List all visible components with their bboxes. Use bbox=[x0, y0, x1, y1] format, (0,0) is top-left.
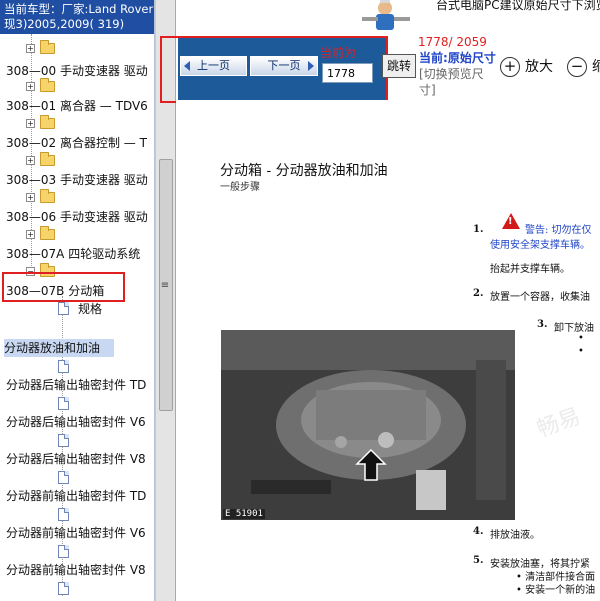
step-text: 卸下放油 bbox=[554, 323, 594, 334]
step-number: 5. bbox=[473, 555, 484, 566]
document-page: 分动箱 - 分动器放油和加油 一般步骤 1. ! 警告: 切勿在仅 使用安全架支… bbox=[176, 100, 600, 601]
bullet-marker: • bbox=[578, 346, 584, 357]
mechanic-icon bbox=[354, 0, 416, 34]
expand-toggle-icon[interactable]: + bbox=[26, 156, 35, 165]
bullet-item: • 安装一个新的油 bbox=[516, 585, 596, 596]
tree-item-label: 308—06 手动变速器 驱动 bbox=[6, 210, 148, 224]
highlight-box-nav bbox=[160, 36, 388, 103]
top-banner: 台式电脑PC建议原始尺寸下浏览 bbox=[212, 0, 600, 34]
expand-toggle-icon[interactable]: + bbox=[26, 193, 35, 202]
watermark: 畅易 bbox=[533, 404, 584, 443]
tree-item-specs[interactable]: 规格 bbox=[78, 300, 102, 318]
document-icon bbox=[58, 434, 69, 447]
expand-toggle-icon[interactable]: + bbox=[26, 44, 35, 53]
document-icon bbox=[58, 582, 69, 595]
zoom-in-icon: + bbox=[500, 57, 520, 77]
step-text: 排放油液。 bbox=[490, 530, 540, 541]
transfer-case-photo: E 51901 bbox=[221, 330, 515, 520]
tree-item-308-01[interactable]: 308—01 离合器 — TDV6 bbox=[6, 97, 148, 115]
size-current-prefix: 当前: bbox=[419, 51, 448, 65]
tree-item-label: 308—01 离合器 — TDV6 bbox=[6, 99, 148, 113]
splitter-grip-icon[interactable]: ≡ bbox=[159, 280, 171, 291]
zoom-in-label: 放大 bbox=[525, 59, 553, 75]
expand-toggle-icon[interactable]: + bbox=[26, 119, 35, 128]
tree-item-308-00[interactable]: 308—00 手动变速器 驱动 bbox=[6, 62, 148, 80]
document-icon bbox=[58, 360, 69, 373]
tree-item-label: 308—00 手动变速器 驱动 bbox=[6, 64, 148, 78]
tree-item-front-seal-v6[interactable]: 分动器前输出轴密封件 V6 bbox=[6, 524, 146, 542]
app-window: 当前车型：厂家:Land Rover(路虎)Discovery-3(发 现3)2… bbox=[0, 0, 600, 601]
highlight-box-tree bbox=[2, 272, 125, 302]
tree-item-label: 分动器后输出轴密封件 V6 bbox=[6, 415, 146, 429]
size-status: 当前:原始尺寸 [切换预览尺寸] bbox=[419, 50, 497, 98]
current-vehicle-line1: 当前车型：厂家:Land Rover(路虎)Discovery-3(发 bbox=[4, 2, 154, 16]
banner-text: 台式电脑PC建议原始尺寸下浏览 bbox=[436, 0, 600, 12]
page-count: 1778/ 2059 bbox=[418, 35, 487, 49]
tree-item-rear-seal-v6[interactable]: 分动器后输出轴密封件 V6 bbox=[6, 413, 146, 431]
tree-item-label: 308—03 手动变速器 驱动 bbox=[6, 173, 148, 187]
zoom-out-icon: − bbox=[567, 57, 587, 77]
tree-item-label: 规格 bbox=[78, 302, 103, 316]
bullet-text: 安装一个新的油 bbox=[525, 585, 596, 596]
document-icon bbox=[58, 508, 69, 521]
step-text: 放置一个容器，收集油 bbox=[490, 292, 590, 303]
step-text: 抬起并支撑车辆。 bbox=[490, 264, 570, 275]
bullet-marker: • bbox=[578, 333, 584, 344]
tree-item-label: 分动器放油和加油 bbox=[4, 341, 101, 355]
zoom-out-label: 缩 bbox=[592, 59, 600, 75]
tree-item-front-seal-td[interactable]: 分动器前输出轴密封件 TD bbox=[6, 487, 146, 505]
document-icon bbox=[58, 302, 69, 315]
step-warning-text: 警告: 切勿在仅 bbox=[525, 225, 592, 236]
tree-item-label: 308—02 离合器控制 — T bbox=[6, 136, 147, 150]
expand-toggle-icon[interactable]: + bbox=[26, 230, 35, 239]
tree-item-label: 分动器前输出轴密封件 V8 bbox=[6, 563, 146, 577]
size-current-value: 原始尺寸 bbox=[447, 51, 496, 65]
folder-icon bbox=[40, 226, 55, 240]
folder-icon bbox=[40, 115, 55, 129]
tree-item-label: 分动器前输出轴密封件 V6 bbox=[6, 526, 146, 540]
page-title: 分动箱 - 分动器放油和加油 bbox=[220, 163, 388, 179]
folder-icon bbox=[40, 189, 55, 203]
tree-item-308-07a[interactable]: 308—07A 四轮驱动系统 bbox=[6, 245, 140, 263]
tree-item-label: 分动器前输出轴密封件 TD bbox=[6, 489, 147, 503]
tree-item-308-03[interactable]: 308—03 手动变速器 驱动 bbox=[6, 171, 148, 189]
zoom-in-button[interactable]: + 放大 bbox=[500, 57, 560, 77]
folder-icon bbox=[40, 78, 55, 92]
current-vehicle-header: 当前车型：厂家:Land Rover(路虎)Discovery-3(发 现3)2… bbox=[0, 0, 154, 34]
folder-icon bbox=[40, 152, 55, 166]
tree-item-rear-seal-v8[interactable]: 分动器后输出轴密封件 V8 bbox=[6, 450, 146, 468]
size-toggle-link[interactable]: [切换预览尺寸] bbox=[419, 67, 484, 97]
document-icon bbox=[58, 545, 69, 558]
warning-icon: ! bbox=[502, 213, 520, 229]
step-number: 1. bbox=[473, 224, 484, 235]
transfer-case-image bbox=[221, 330, 515, 520]
step-number: 2. bbox=[473, 288, 484, 299]
tree-item-label: 308—07A 四轮驱动系统 bbox=[6, 247, 141, 261]
tree-item-308-06[interactable]: 308—06 手动变速器 驱动 bbox=[6, 208, 148, 226]
sidebar-tree-panel: 当前车型：厂家:Land Rover(路虎)Discovery-3(发 现3)2… bbox=[0, 0, 155, 601]
current-vehicle-line2: 现3)2005,2009( 319) bbox=[4, 17, 125, 31]
document-icon bbox=[58, 397, 69, 410]
tree-item-drain-refill[interactable]: 分动器放油和加油 bbox=[4, 339, 114, 357]
figure-label: E 51901 bbox=[223, 509, 265, 519]
tree-item-label: 分动器后输出轴密封件 V8 bbox=[6, 452, 146, 466]
step-number: 4. bbox=[473, 526, 484, 537]
folder-icon bbox=[40, 40, 55, 54]
document-icon bbox=[58, 471, 69, 484]
step-warning-text-2: 使用安全架支撑车辆。 bbox=[490, 240, 590, 251]
tree-item-label: 分动器后输出轴密封件 TD bbox=[6, 378, 147, 392]
zoom-out-button[interactable]: − 缩 bbox=[567, 57, 600, 77]
tree-item-front-seal-v8[interactable]: 分动器前输出轴密封件 V8 bbox=[6, 561, 146, 579]
page-subtitle: 一般步骤 bbox=[220, 182, 260, 193]
tree-item-rear-seal-td[interactable]: 分动器后输出轴密封件 TD bbox=[6, 376, 146, 394]
tree-item-308-02[interactable]: 308—02 离合器控制 — T bbox=[6, 134, 147, 152]
jump-button[interactable]: 跳转 bbox=[382, 54, 416, 78]
step-number: 3. bbox=[537, 319, 548, 330]
expand-toggle-icon[interactable]: + bbox=[26, 82, 35, 91]
